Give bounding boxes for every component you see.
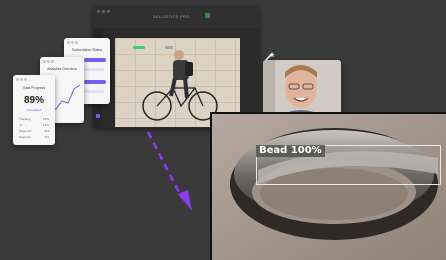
metal-ring-photo (212, 114, 446, 260)
detection-result-image: Bead 100% (210, 112, 446, 260)
detection-label: Bead 100% (256, 145, 325, 157)
